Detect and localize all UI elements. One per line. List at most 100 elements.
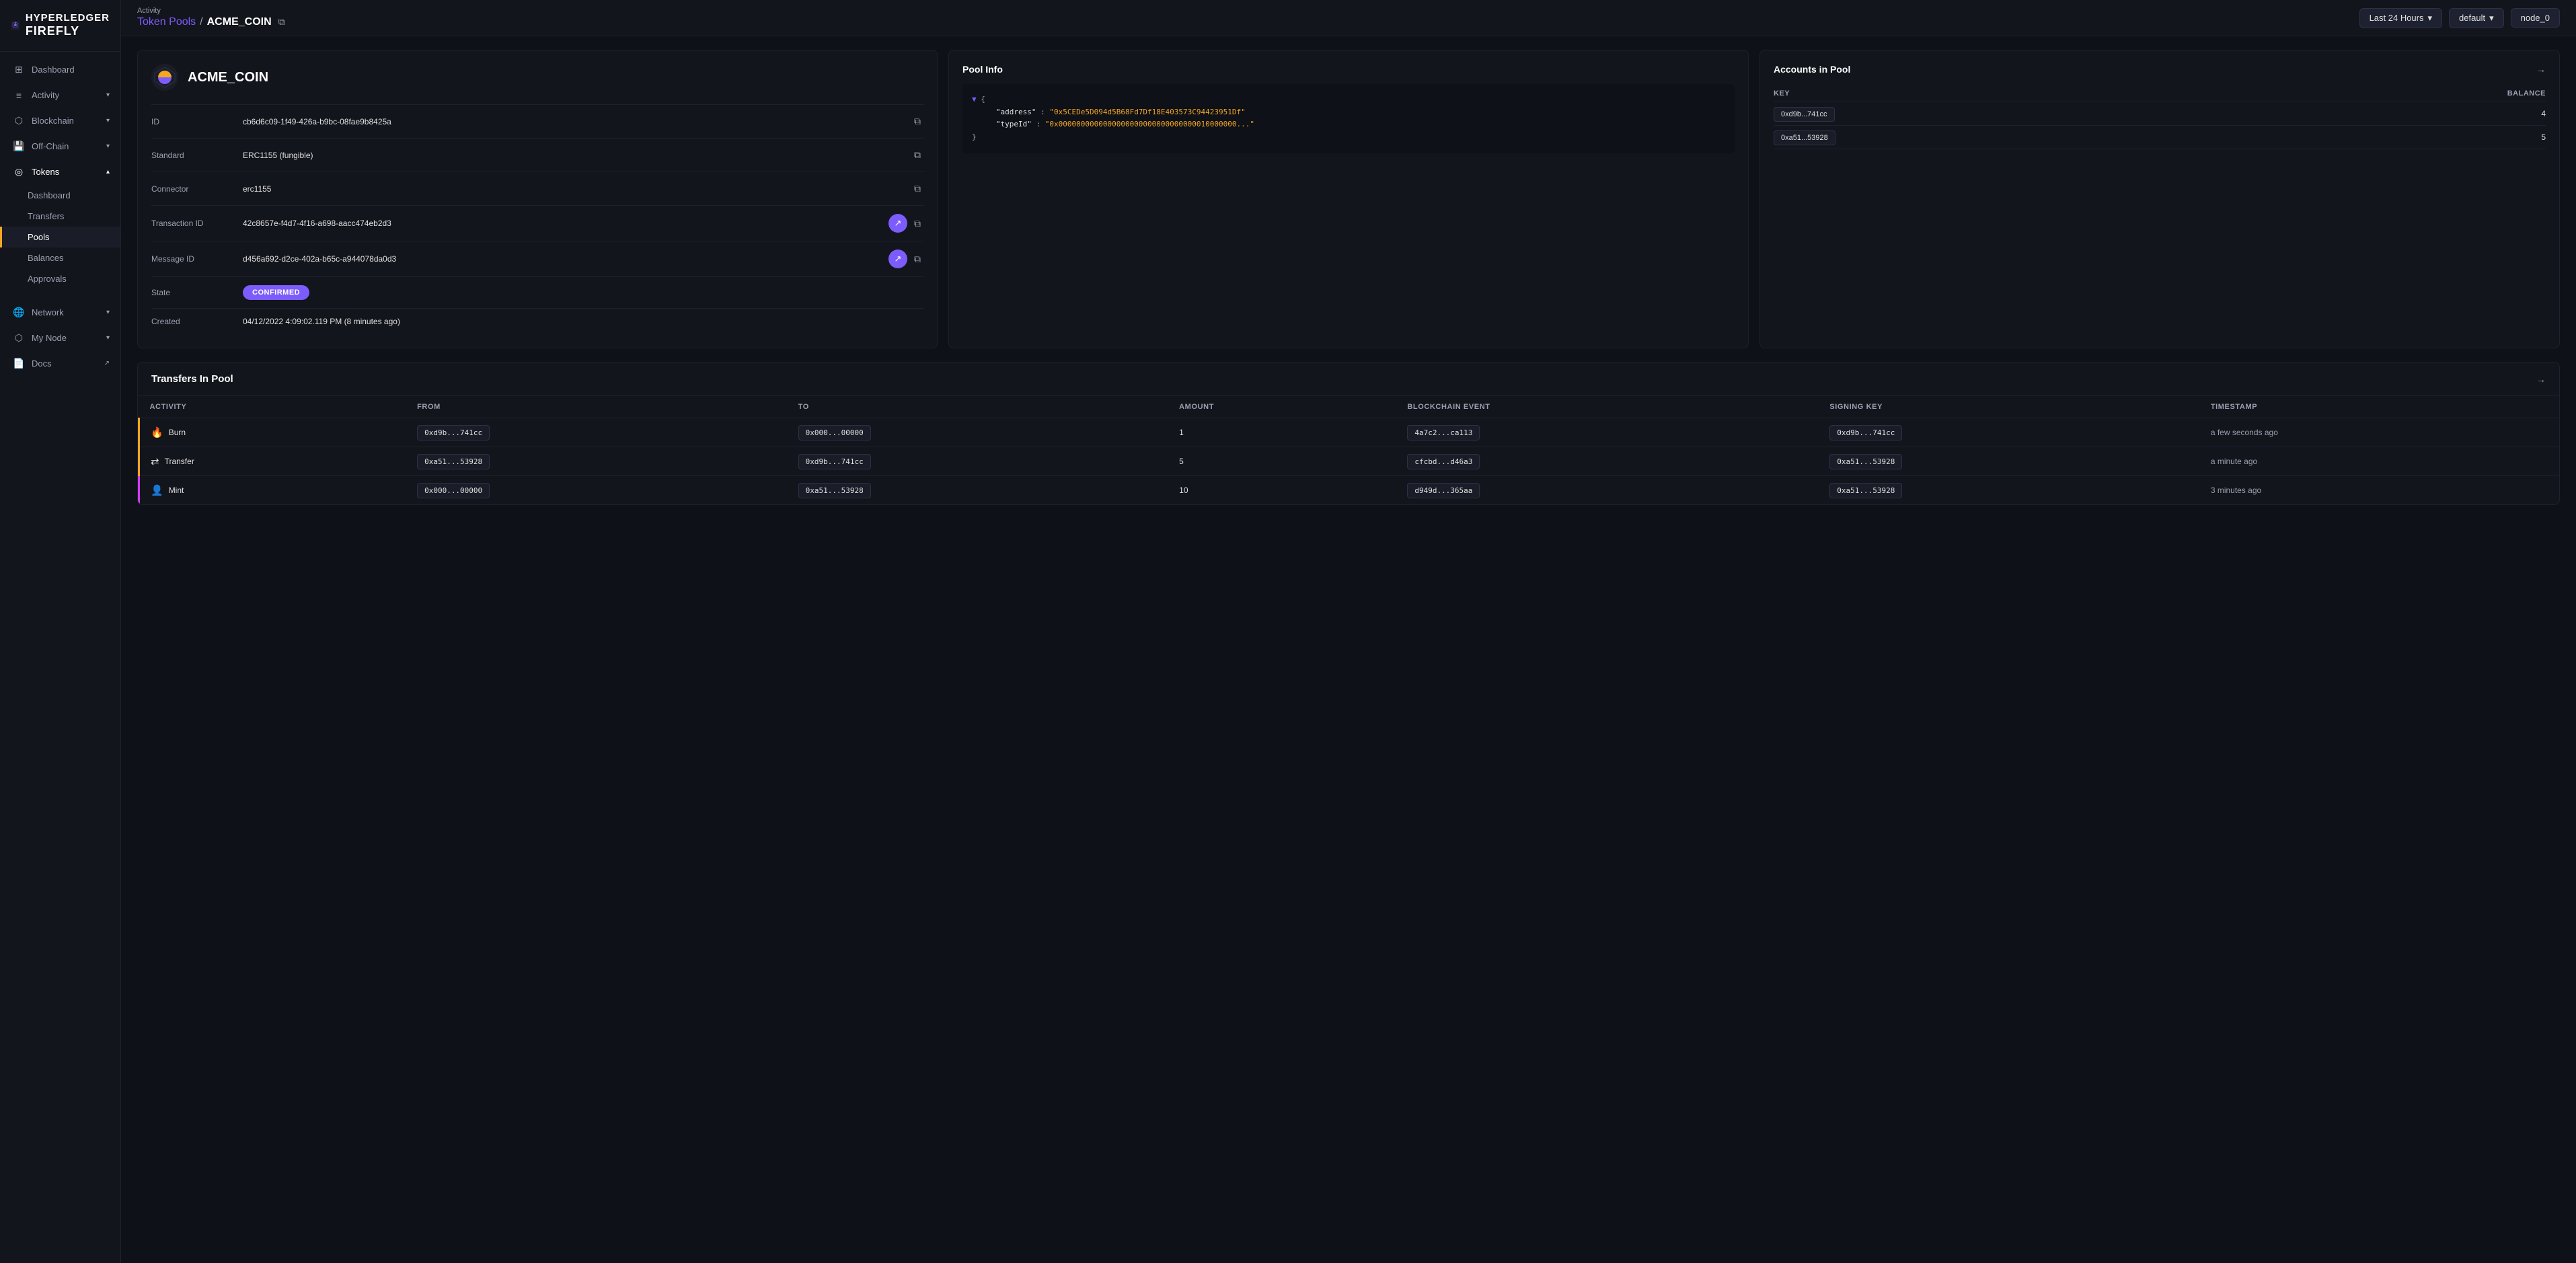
- standard-copy-button[interactable]: ⧉: [911, 147, 923, 163]
- sidebar-item-network[interactable]: 🌐 Network ▾: [0, 300, 120, 326]
- token-header: ACME_COIN: [151, 64, 923, 91]
- breadcrumb-path: Token Pools / ACME_COIN ⧉: [137, 15, 288, 29]
- transaction-id-row: Transaction ID 42c8657e-f4d7-4f16-a698-a…: [151, 205, 923, 241]
- balances-label: Balances: [28, 253, 63, 263]
- id-row: ID cb6d6c09-1f49-426a-b9bc-08fae9b8425a …: [151, 104, 923, 138]
- id-value: cb6d6c09-1f49-426a-b9bc-08fae9b8425a: [243, 117, 901, 126]
- from-address-badge[interactable]: 0xa51...53928: [417, 454, 490, 469]
- json-open-brace: {: [981, 95, 985, 104]
- blockchain-event-cell: cfcbd...d46a3: [1396, 447, 1819, 476]
- json-address-key: "address" : "0x5CEDe5D094d5B68Fd7Df18E40…: [983, 108, 1246, 116]
- sidebar-item-blockchain[interactable]: ⬡ Blockchain ▾: [0, 108, 120, 134]
- col-blockchain-event: BLOCKCHAIN EVENT: [1396, 396, 1819, 418]
- signing-key-badge[interactable]: 0xd9b...741cc: [1829, 425, 1902, 441]
- transaction-id-value: 42c8657e-f4d7-4f16-a698-aacc474eb2d3: [243, 219, 878, 228]
- from-address-badge[interactable]: 0x000...00000: [417, 483, 490, 498]
- approvals-label: Approvals: [28, 274, 67, 284]
- standard-actions: ⧉: [911, 147, 923, 163]
- table-row: 🔥 Burn 0xd9b...741cc 0x000...00000 1 4a7…: [139, 418, 2560, 447]
- logo-hyperledger-text: HYPERLEDGER: [26, 12, 110, 24]
- sidebar-item-docs[interactable]: 📄 Docs ↗: [0, 351, 120, 377]
- transfers-arrow-icon[interactable]: →: [2536, 374, 2546, 385]
- standard-label: Standard: [151, 151, 232, 160]
- time-filter-label: Last 24 Hours: [2370, 13, 2424, 23]
- timestamp-cell: a minute ago: [2200, 447, 2559, 476]
- sidebar-sub-approvals[interactable]: Approvals: [0, 268, 120, 289]
- sidebar-sub-tokens-dashboard[interactable]: Dashboard: [0, 185, 120, 206]
- connector-row: Connector erc1155 ⧉: [151, 171, 923, 205]
- sidebar-item-dashboard[interactable]: ⊞ Dashboard: [0, 57, 120, 83]
- sidebar-item-mynode-label: My Node: [32, 333, 67, 343]
- breadcrumb-activity: Activity: [137, 7, 288, 15]
- activity-cell: 👤 Mint: [139, 476, 407, 505]
- transfers-label: Transfers: [28, 211, 64, 221]
- transaction-id-copy-button[interactable]: ⧉: [911, 215, 923, 232]
- signing-key-badge[interactable]: 0xa51...53928: [1829, 454, 1902, 469]
- transaction-id-link-button[interactable]: ↗: [888, 214, 907, 233]
- blockchain-icon: ⬡: [13, 115, 25, 127]
- activity-type-icon: 🔥: [151, 426, 163, 438]
- accounts-header: Accounts in Pool →: [1774, 64, 2546, 75]
- account-balance-cell: 4: [2249, 102, 2546, 126]
- accounts-col-key: KEY: [1774, 85, 2249, 102]
- topbar: Activity Token Pools / ACME_COIN ⧉ Last …: [121, 0, 2576, 36]
- to-address-badge[interactable]: 0x000...00000: [798, 425, 871, 441]
- firefly-logo-icon: [11, 13, 20, 38]
- id-copy-button[interactable]: ⧉: [911, 113, 923, 130]
- message-id-link-button[interactable]: ↗: [888, 250, 907, 268]
- state-badge: CONFIRMED: [243, 285, 309, 300]
- message-id-value: d456a692-d2ce-402a-b65c-a944078da0d3: [243, 254, 878, 264]
- signing-key-cell: 0xa51...53928: [1819, 447, 2200, 476]
- transfers-section: Transfers In Pool → ACTIVITY FROM TO AMO…: [137, 362, 2560, 505]
- account-key-badge[interactable]: 0xd9b...741cc: [1774, 107, 1835, 122]
- signing-key-badge[interactable]: 0xa51...53928: [1829, 483, 1902, 498]
- accounts-title: Accounts in Pool: [1774, 64, 1850, 75]
- breadcrumb-token-pools-link[interactable]: Token Pools: [137, 16, 196, 28]
- breadcrumb-copy-button[interactable]: ⧉: [276, 15, 288, 29]
- blockchain-event-cell: d949d...365aa: [1396, 476, 1819, 505]
- blockchain-event-badge[interactable]: cfcbd...d46a3: [1407, 454, 1480, 469]
- blockchain-event-badge[interactable]: d949d...365aa: [1407, 483, 1480, 498]
- standard-value: ERC1155 (fungible): [243, 151, 901, 160]
- pool-info-card: Pool Info ▼ { "address" : "0x5CEDe5D094d…: [948, 50, 1749, 348]
- account-key-cell: 0xd9b...741cc: [1774, 102, 2249, 126]
- activity-cell: ⇄ Transfer: [139, 447, 407, 476]
- accounts-card: Accounts in Pool → KEY BALANCE 0xd9b...7…: [1759, 50, 2560, 348]
- transaction-id-actions: ↗ ⧉: [888, 214, 923, 233]
- message-id-actions: ↗ ⧉: [888, 250, 923, 268]
- sidebar-sub-balances[interactable]: Balances: [0, 247, 120, 268]
- sidebar-sub-pools[interactable]: Pools: [0, 227, 120, 247]
- sidebar: HYPERLEDGER FIREFLY ⊞ Dashboard ≡ Activi…: [0, 0, 121, 1263]
- accounts-arrow-icon[interactable]: →: [2536, 64, 2546, 75]
- dashboard-icon: ⊞: [13, 64, 25, 76]
- connector-actions: ⧉: [911, 180, 923, 197]
- from-address-badge[interactable]: 0xd9b...741cc: [417, 425, 490, 441]
- json-toggle-icon[interactable]: ▼: [972, 95, 977, 104]
- signing-key-cell: 0xa51...53928: [1819, 476, 2200, 505]
- amount-cell: 5: [1168, 447, 1396, 476]
- to-address-badge[interactable]: 0xd9b...741cc: [798, 454, 871, 469]
- account-key-cell: 0xa51...53928: [1774, 126, 2249, 149]
- node-dropdown[interactable]: node_0: [2511, 8, 2560, 28]
- namespace-dropdown[interactable]: default ▾: [2449, 8, 2504, 28]
- to-cell: 0xa51...53928: [788, 476, 1169, 505]
- time-filter-dropdown[interactable]: Last 24 Hours ▾: [2359, 8, 2442, 28]
- account-key-badge[interactable]: 0xa51...53928: [1774, 130, 1835, 145]
- to-address-badge[interactable]: 0xa51...53928: [798, 483, 871, 498]
- connector-copy-button[interactable]: ⧉: [911, 180, 923, 197]
- col-to: TO: [788, 396, 1169, 418]
- account-row: 0xa51...53928 5: [1774, 126, 2546, 149]
- sidebar-sub-transfers[interactable]: Transfers: [0, 206, 120, 227]
- transfers-header: Transfers In Pool →: [138, 362, 2559, 396]
- token-logo-icon: [151, 64, 178, 91]
- sidebar-item-activity[interactable]: ≡ Activity ▾: [0, 83, 120, 108]
- state-row: State CONFIRMED: [151, 276, 923, 308]
- blockchain-event-badge[interactable]: 4a7c2...ca113: [1407, 425, 1480, 441]
- message-id-copy-button[interactable]: ⧉: [911, 251, 923, 268]
- sidebar-item-offchain[interactable]: 💾 Off-Chain ▾: [0, 134, 120, 159]
- account-row: 0xd9b...741cc 4: [1774, 102, 2546, 126]
- sidebar-item-docs-label: Docs: [32, 358, 52, 369]
- sidebar-item-mynode[interactable]: ⬡ My Node ▾: [0, 326, 120, 351]
- topbar-right: Last 24 Hours ▾ default ▾ node_0: [2359, 8, 2560, 28]
- sidebar-item-tokens[interactable]: ◎ Tokens ▴: [0, 159, 120, 185]
